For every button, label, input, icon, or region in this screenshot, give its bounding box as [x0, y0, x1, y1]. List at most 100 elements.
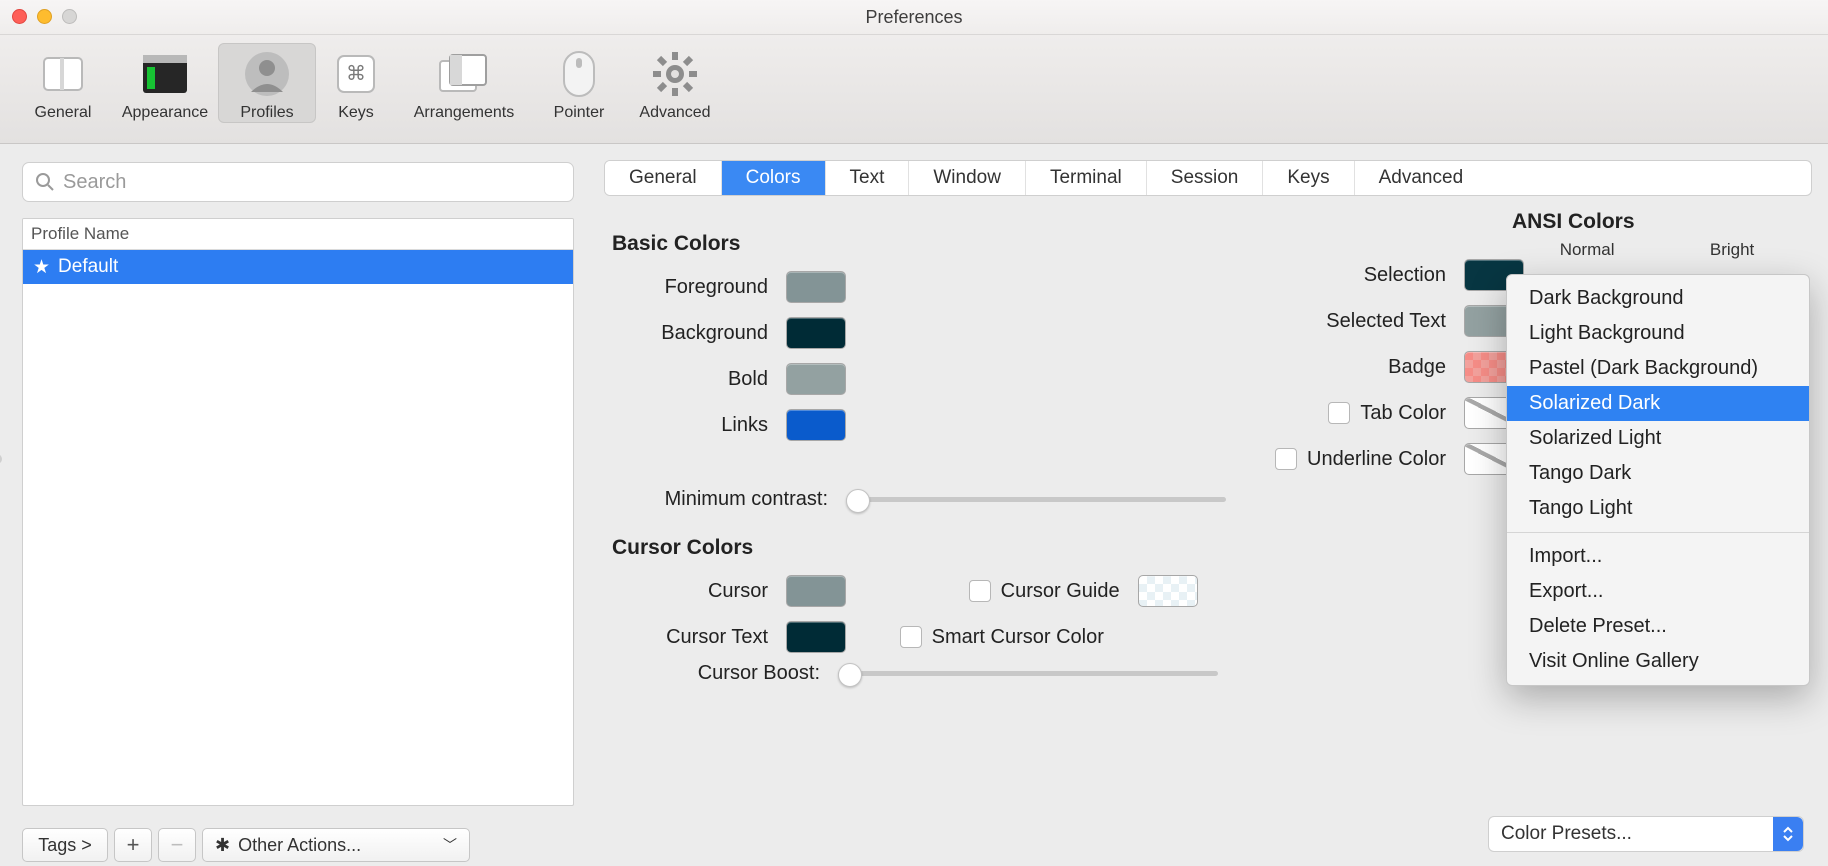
preferences-window: Preferences General Appearance Profiles …	[0, 0, 1828, 866]
remove-button[interactable]: −	[158, 828, 196, 862]
slider-thumb-icon[interactable]	[838, 663, 862, 687]
cursor-label: Cursor	[608, 580, 768, 603]
toolbar-advanced[interactable]: Advanced	[626, 43, 724, 123]
selected-text-label: Selected Text	[1156, 310, 1446, 333]
ansi-bright-label: Bright	[1710, 240, 1754, 260]
toolbar-label: General	[35, 104, 92, 122]
minus-icon: −	[171, 832, 184, 858]
color-presets-label: Color Presets...	[1501, 823, 1632, 845]
sidebar-bottom-bar: Tags > + − ✱ Other Actions... ﹀	[22, 828, 574, 862]
preset-item[interactable]: Pastel (Dark Background)	[1507, 351, 1809, 386]
tab-general[interactable]: General	[605, 161, 722, 195]
toolbar: General Appearance Profiles ⌘ Keys Arran…	[0, 35, 1828, 144]
color-presets-menu: Dark Background Light Background Pastel …	[1506, 274, 1810, 686]
tab-text[interactable]: Text	[826, 161, 910, 195]
sidebar: Profile Name ★ Default Tags > + − ✱ Othe…	[0, 144, 596, 866]
smart-cursor-label: Smart Cursor Color	[932, 626, 1104, 649]
background-swatch[interactable]	[786, 317, 846, 349]
bold-label: Bold	[608, 368, 768, 391]
tab-window[interactable]: Window	[909, 161, 1026, 195]
cursor-guide-checkbox[interactable]	[969, 580, 991, 602]
gear-icon	[647, 46, 703, 102]
preset-import[interactable]: Import...	[1507, 539, 1809, 574]
selection-label: Selection	[1156, 264, 1446, 287]
mouse-icon	[551, 46, 607, 102]
drag-handle-icon[interactable]	[0, 454, 2, 464]
slider-thumb-icon[interactable]	[846, 489, 870, 513]
tab-terminal[interactable]: Terminal	[1026, 161, 1147, 195]
toolbar-label: Pointer	[554, 104, 605, 122]
bold-swatch[interactable]	[786, 363, 846, 395]
profile-name: Default	[58, 256, 118, 278]
preset-item[interactable]: Solarized Light	[1507, 421, 1809, 456]
cursor-guide-swatch[interactable]	[1138, 575, 1198, 607]
titlebar: Preferences	[0, 0, 1828, 35]
toolbar-label: Arrangements	[414, 104, 515, 122]
foreground-swatch[interactable]	[786, 271, 846, 303]
profile-tabs: General Colors Text Window Terminal Sess…	[604, 160, 1812, 196]
cursor-colors-title: Cursor Colors	[612, 536, 1248, 560]
star-icon: ★	[33, 256, 50, 279]
color-presets-button[interactable]: Color Presets...	[1488, 816, 1804, 852]
toolbar-label: Advanced	[639, 104, 710, 122]
window-icon	[35, 46, 91, 102]
toolbar-keys[interactable]: ⌘ Keys	[320, 43, 392, 123]
arrangements-icon	[436, 46, 492, 102]
close-icon[interactable]	[12, 9, 27, 24]
foreground-label: Foreground	[608, 276, 768, 299]
search-input[interactable]	[61, 170, 561, 195]
toolbar-label: Appearance	[122, 104, 208, 122]
tab-session[interactable]: Session	[1147, 161, 1264, 195]
minimize-icon[interactable]	[37, 9, 52, 24]
search-icon	[35, 172, 55, 192]
ansi-colors: ANSI Colors Normal Bright	[1512, 210, 1802, 260]
tags-button[interactable]: Tags >	[22, 828, 108, 862]
search-field[interactable]	[22, 162, 574, 202]
preset-item[interactable]: Light Background	[1507, 316, 1809, 351]
preset-gallery[interactable]: Visit Online Gallery	[1507, 644, 1809, 679]
preset-delete[interactable]: Delete Preset...	[1507, 609, 1809, 644]
badge-label: Badge	[1156, 356, 1446, 379]
other-actions-button[interactable]: ✱ Other Actions... ﹀	[202, 828, 470, 862]
tab-color-checkbox[interactable]	[1328, 402, 1350, 424]
plus-icon: +	[127, 832, 140, 858]
smart-cursor-checkbox[interactable]	[900, 626, 922, 648]
gear-icon: ✱	[215, 835, 230, 856]
cursor-colors-section: Cursor Colors Cursor Cursor Text Cursor …	[608, 514, 1248, 685]
tab-keys[interactable]: Keys	[1263, 161, 1354, 195]
toolbar-appearance[interactable]: Appearance	[116, 43, 214, 123]
cursor-guide-label: Cursor Guide	[1001, 580, 1120, 603]
cursor-boost-slider[interactable]	[838, 671, 1218, 676]
preset-item-selected[interactable]: Solarized Dark	[1507, 386, 1809, 421]
svg-text:⌘: ⌘	[346, 63, 366, 85]
toolbar-profiles[interactable]: Profiles	[218, 43, 316, 123]
traffic-lights	[12, 9, 77, 24]
zoom-icon[interactable]	[62, 9, 77, 24]
toolbar-arrangements[interactable]: Arrangements	[396, 43, 532, 123]
tab-colors[interactable]: Colors	[722, 161, 826, 195]
preset-item[interactable]: Dark Background	[1507, 281, 1809, 316]
ansi-normal-label: Normal	[1560, 240, 1615, 260]
window-title: Preferences	[0, 7, 1828, 28]
preset-export[interactable]: Export...	[1507, 574, 1809, 609]
cursor-text-swatch[interactable]	[786, 621, 846, 653]
cursor-boost-label: Cursor Boost:	[608, 662, 820, 685]
preset-item[interactable]: Tango Dark	[1507, 456, 1809, 491]
min-contrast-slider[interactable]	[846, 497, 1226, 502]
profile-icon	[239, 46, 295, 102]
other-actions-label: Other Actions...	[238, 835, 361, 856]
cursor-text-label: Cursor Text	[608, 626, 768, 649]
add-button[interactable]: +	[114, 828, 152, 862]
toolbar-general[interactable]: General	[14, 43, 112, 123]
profile-list: Profile Name ★ Default	[22, 218, 574, 806]
links-swatch[interactable]	[786, 409, 846, 441]
profile-list-header: Profile Name	[23, 219, 573, 250]
preset-item[interactable]: Tango Light	[1507, 491, 1809, 526]
toolbar-pointer[interactable]: Pointer	[536, 43, 622, 123]
tab-advanced[interactable]: Advanced	[1355, 161, 1488, 195]
underline-color-checkbox[interactable]	[1275, 448, 1297, 470]
terminal-icon	[137, 46, 193, 102]
list-item[interactable]: ★ Default	[23, 250, 573, 284]
cursor-swatch[interactable]	[786, 575, 846, 607]
ansi-title: ANSI Colors	[1512, 210, 1802, 234]
